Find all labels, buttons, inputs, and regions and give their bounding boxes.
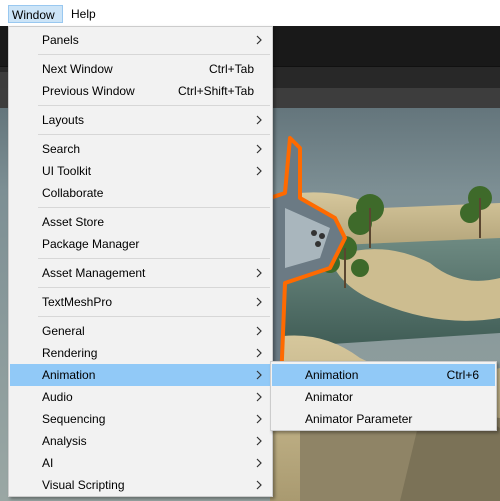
menu-item-label: Analysis bbox=[42, 434, 87, 448]
chevron-right-icon bbox=[256, 414, 262, 424]
menu-item-label: UI Toolkit bbox=[42, 164, 92, 178]
menu-separator bbox=[38, 207, 270, 208]
menubar-window[interactable]: Window bbox=[8, 5, 63, 23]
menu-item-previous-window[interactable]: Previous Window Ctrl+Shift+Tab bbox=[10, 80, 271, 102]
menu-item-label: Asset Store bbox=[42, 215, 105, 229]
menu-item-label: Animator bbox=[305, 390, 354, 404]
menu-item-label: Rendering bbox=[42, 346, 98, 360]
submenu-item-animator[interactable]: Animator bbox=[272, 386, 495, 408]
menu-separator bbox=[38, 54, 270, 55]
menu-separator bbox=[38, 258, 270, 259]
menu-item-visual-scripting[interactable]: Visual Scripting bbox=[10, 474, 271, 496]
chevron-right-icon bbox=[256, 297, 262, 307]
menu-item-label: Animator Parameter bbox=[305, 412, 413, 426]
menu-item-collaborate[interactable]: Collaborate bbox=[10, 182, 271, 204]
chevron-right-icon bbox=[256, 326, 262, 336]
menu-item-label: Search bbox=[42, 142, 81, 156]
menu-item-package-manager[interactable]: Package Manager bbox=[10, 233, 271, 255]
menu-separator bbox=[38, 134, 270, 135]
menu-item-shortcut: Ctrl+Shift+Tab bbox=[177, 84, 254, 98]
menu-item-label: AI bbox=[42, 456, 54, 470]
menu-item-analysis[interactable]: Analysis bbox=[10, 430, 271, 452]
window-menu: Panels Next Window Ctrl+Tab Previous Win… bbox=[8, 26, 273, 497]
menubar-help[interactable]: Help bbox=[68, 5, 100, 23]
menu-item-rendering[interactable]: Rendering bbox=[10, 342, 271, 364]
chevron-right-icon bbox=[256, 35, 262, 45]
chevron-right-icon bbox=[256, 370, 262, 380]
menu-item-label: Layouts bbox=[42, 113, 85, 127]
menu-item-label: Package Manager bbox=[42, 237, 140, 251]
menu-item-search[interactable]: Search bbox=[10, 138, 271, 160]
menu-item-asset-store[interactable]: Asset Store bbox=[10, 211, 271, 233]
chevron-right-icon bbox=[256, 480, 262, 490]
chevron-right-icon bbox=[256, 268, 262, 278]
menubar: Window Help bbox=[0, 0, 500, 26]
menu-item-asset-management[interactable]: Asset Management bbox=[10, 262, 271, 284]
menu-item-shortcut: Ctrl+6 bbox=[446, 368, 479, 382]
menu-item-label: Previous Window bbox=[42, 84, 135, 98]
menu-item-label: General bbox=[42, 324, 85, 338]
menu-item-label: Panels bbox=[42, 33, 79, 47]
chevron-right-icon bbox=[256, 115, 262, 125]
submenu-item-animation[interactable]: Animation Ctrl+6 bbox=[272, 364, 495, 386]
menu-item-label: TextMeshPro bbox=[42, 295, 113, 309]
menu-item-label: Audio bbox=[42, 390, 73, 404]
menu-item-label: Collaborate bbox=[42, 186, 104, 200]
menu-item-sequencing[interactable]: Sequencing bbox=[10, 408, 271, 430]
chevron-right-icon bbox=[256, 144, 262, 154]
chevron-right-icon bbox=[256, 166, 262, 176]
menu-separator bbox=[38, 316, 270, 317]
menu-item-audio[interactable]: Audio bbox=[10, 386, 271, 408]
animation-submenu: Animation Ctrl+6 Animator Animator Param… bbox=[270, 361, 497, 431]
menu-item-label: Sequencing bbox=[42, 412, 106, 426]
menu-item-next-window[interactable]: Next Window Ctrl+Tab bbox=[10, 58, 271, 80]
menu-separator bbox=[38, 287, 270, 288]
menu-item-shortcut: Ctrl+Tab bbox=[208, 62, 254, 76]
menu-item-label: Next Window bbox=[42, 62, 113, 76]
menu-item-animation[interactable]: Animation bbox=[10, 364, 271, 386]
menu-item-label: Animation bbox=[42, 368, 96, 382]
menu-item-textmeshpro[interactable]: TextMeshPro bbox=[10, 291, 271, 313]
chevron-right-icon bbox=[256, 458, 262, 468]
chevron-right-icon bbox=[256, 392, 262, 402]
chevron-right-icon bbox=[256, 348, 262, 358]
menu-item-label: Animation bbox=[305, 368, 359, 382]
menu-item-label: Asset Management bbox=[42, 266, 146, 280]
menu-item-layouts[interactable]: Layouts bbox=[10, 109, 271, 131]
menu-item-ai[interactable]: AI bbox=[10, 452, 271, 474]
chevron-right-icon bbox=[256, 436, 262, 446]
menu-separator bbox=[38, 105, 270, 106]
menu-item-panels[interactable]: Panels bbox=[10, 29, 271, 51]
menu-item-ui-toolkit[interactable]: UI Toolkit bbox=[10, 160, 271, 182]
menu-item-label: Visual Scripting bbox=[42, 478, 125, 492]
menu-item-general[interactable]: General bbox=[10, 320, 271, 342]
submenu-item-animator-parameter[interactable]: Animator Parameter bbox=[272, 408, 495, 430]
